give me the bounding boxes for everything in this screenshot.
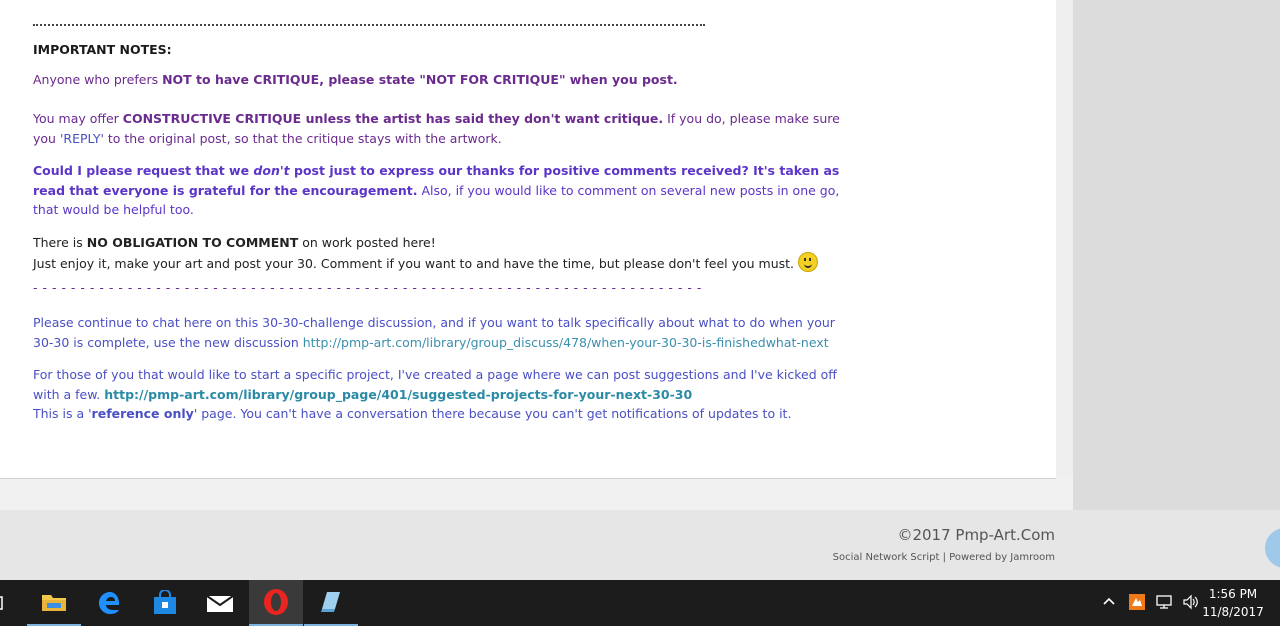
smiley-icon bbox=[798, 252, 819, 272]
store-icon[interactable] bbox=[138, 580, 192, 626]
discussion-link[interactable]: http://pmp-art.com/library/group_discuss… bbox=[303, 335, 829, 350]
note-critique-optout: Anyone who prefers NOT to have CRITIQUE,… bbox=[33, 71, 678, 87]
task-view-icon[interactable] bbox=[0, 580, 14, 626]
network-icon[interactable] bbox=[1155, 594, 1175, 614]
tray-overflow-chevron-icon[interactable] bbox=[1102, 594, 1116, 612]
note-suggested-projects: For those of you that would like to star… bbox=[33, 367, 837, 421]
app-window-icon[interactable] bbox=[304, 580, 358, 626]
page-right-gutter bbox=[1073, 0, 1280, 510]
suggested-projects-link[interactable]: http://pmp-art.com/library/group_page/40… bbox=[104, 387, 692, 402]
note-constructive-critique: You may offer CONSTRUCTIVE CRITIQUE unle… bbox=[33, 111, 840, 146]
scroll-to-top-button[interactable] bbox=[1265, 528, 1280, 568]
taskbar-clock[interactable]: 1:56 PM 11/8/2017 bbox=[1198, 585, 1268, 621]
footer-copyright: ©2017 Pmp-Art.Com bbox=[897, 526, 1055, 544]
tray-app-icon[interactable] bbox=[1128, 593, 1146, 615]
note-thanks-request: Could I please request that we don't pos… bbox=[33, 163, 840, 217]
important-notes-heading: IMPORTANT NOTES: bbox=[33, 42, 172, 57]
browser-viewport: IMPORTANT NOTES: Anyone who prefers NOT … bbox=[0, 0, 1280, 580]
panel-shadow bbox=[1056, 0, 1073, 510]
panel-footer-strip bbox=[0, 478, 1073, 510]
file-explorer-icon[interactable] bbox=[27, 580, 81, 626]
footer-powered-by[interactable]: Social Network Script | Powered by Jamro… bbox=[833, 552, 1055, 563]
post-body: IMPORTANT NOTES: Anyone who prefers NOT … bbox=[33, 8, 853, 437]
dotted-divider bbox=[33, 8, 705, 26]
edge-browser-icon[interactable] bbox=[83, 580, 137, 626]
windows-taskbar bbox=[0, 580, 1280, 626]
dashed-divider: - - - - - - - - - - - - - - - - - - - - … bbox=[33, 279, 701, 295]
note-continue-chat: Please continue to chat here on this 30-… bbox=[33, 315, 835, 350]
opera-browser-icon[interactable] bbox=[249, 580, 303, 626]
note-no-obligation: There is NO OBLIGATION TO COMMENT on wor… bbox=[33, 233, 853, 274]
mail-icon[interactable] bbox=[193, 580, 247, 626]
clock-time: 1:56 PM bbox=[1208, 587, 1258, 601]
clock-date: 11/8/2017 bbox=[1202, 605, 1264, 619]
discussion-post-panel: IMPORTANT NOTES: Anyone who prefers NOT … bbox=[0, 0, 1056, 479]
